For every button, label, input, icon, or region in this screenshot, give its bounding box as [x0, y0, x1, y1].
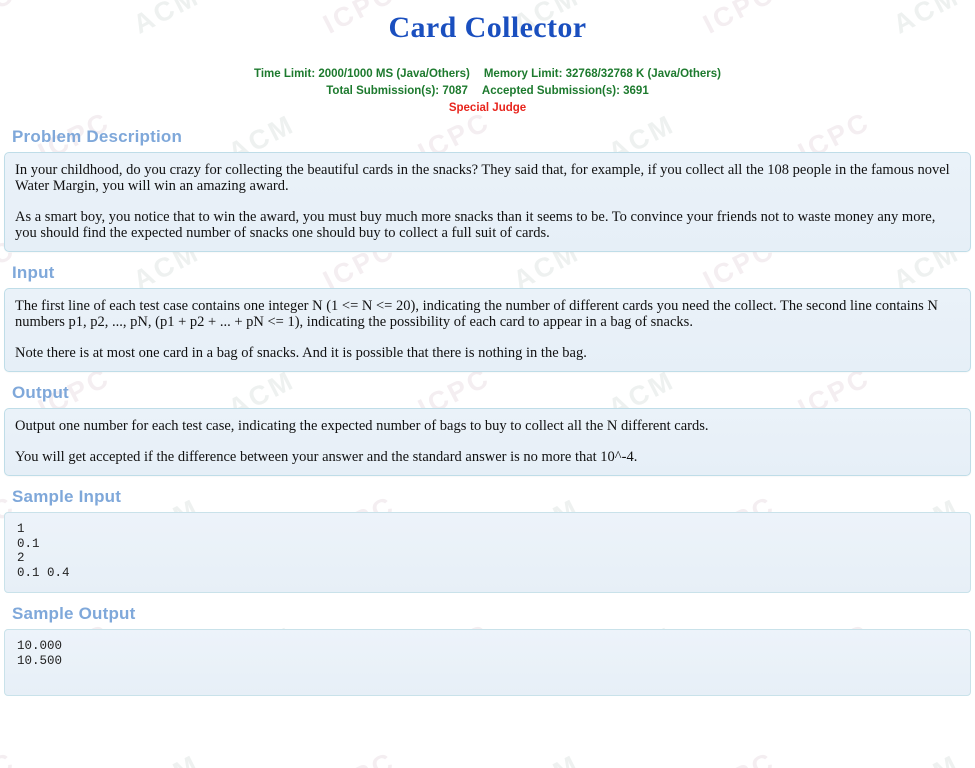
input-paragraph-1: The first line of each test case contain…: [15, 298, 938, 330]
description-paragraph-2: As a smart boy, you notice that to win t…: [15, 209, 936, 241]
section-output: Output Output one number for each test c…: [4, 372, 971, 476]
section-heading-description: Problem Description: [12, 127, 183, 146]
section-problem-description: Problem Description In your childhood, d…: [4, 116, 971, 252]
output-paragraph-2: You will get accepted if the difference …: [15, 449, 638, 465]
section-heading-sample-output: Sample Output: [12, 604, 136, 623]
page-title: Card Collector: [388, 11, 587, 44]
input-paragraph-2: Note there is at most one card in a bag …: [15, 345, 587, 361]
special-judge-badge: Special Judge: [448, 102, 527, 114]
section-sample-input: Sample Input 1 0.1 2 0.1 0.4: [4, 476, 971, 593]
problem-page: Card Collector Time Limit: 2000/1000 MS …: [0, 0, 975, 768]
panel-sample-input[interactable]: 1 0.1 2 0.1 0.4: [4, 512, 971, 593]
description-paragraph-1: In your childhood, do you crazy for coll…: [15, 162, 950, 194]
limits-line-3: Special Judge: [0, 99, 975, 116]
total-submissions-label: Total Submission(s): 7087: [326, 85, 468, 97]
section-heading-sample-input: Sample Input: [12, 487, 122, 506]
panel-input: The first line of each test case contain…: [4, 288, 971, 372]
section-heading-output: Output: [12, 383, 69, 402]
panel-description: In your childhood, do you crazy for coll…: [4, 152, 971, 252]
output-paragraph-1: Output one number for each test case, in…: [15, 418, 709, 434]
limits-line-1: Time Limit: 2000/1000 MS (Java/Others) Me…: [0, 65, 975, 82]
section-sample-output: Sample Output 10.000 10.500: [4, 593, 971, 696]
section-input: Input The first line of each test case c…: [4, 252, 971, 372]
panel-output: Output one number for each test case, in…: [4, 408, 971, 476]
problem-limits: Time Limit: 2000/1000 MS (Java/Others) Me…: [0, 65, 975, 116]
memory-limit-label: Memory Limit: 32768/32768 K (Java/Others…: [483, 68, 721, 80]
sample-output-content: 10.000 10.500: [17, 639, 63, 668]
accepted-submissions-label: Accepted Submission(s): 3691: [481, 85, 649, 97]
section-heading-input: Input: [12, 263, 55, 282]
sample-input-content: 1 0.1 2 0.1 0.4: [17, 522, 70, 580]
limits-line-2: Total Submission(s): 7087 Accepted Submis…: [0, 82, 975, 99]
time-limit-label: Time Limit: 2000/1000 MS (Java/Others): [254, 68, 470, 80]
panel-sample-output[interactable]: 10.000 10.500: [4, 629, 971, 696]
